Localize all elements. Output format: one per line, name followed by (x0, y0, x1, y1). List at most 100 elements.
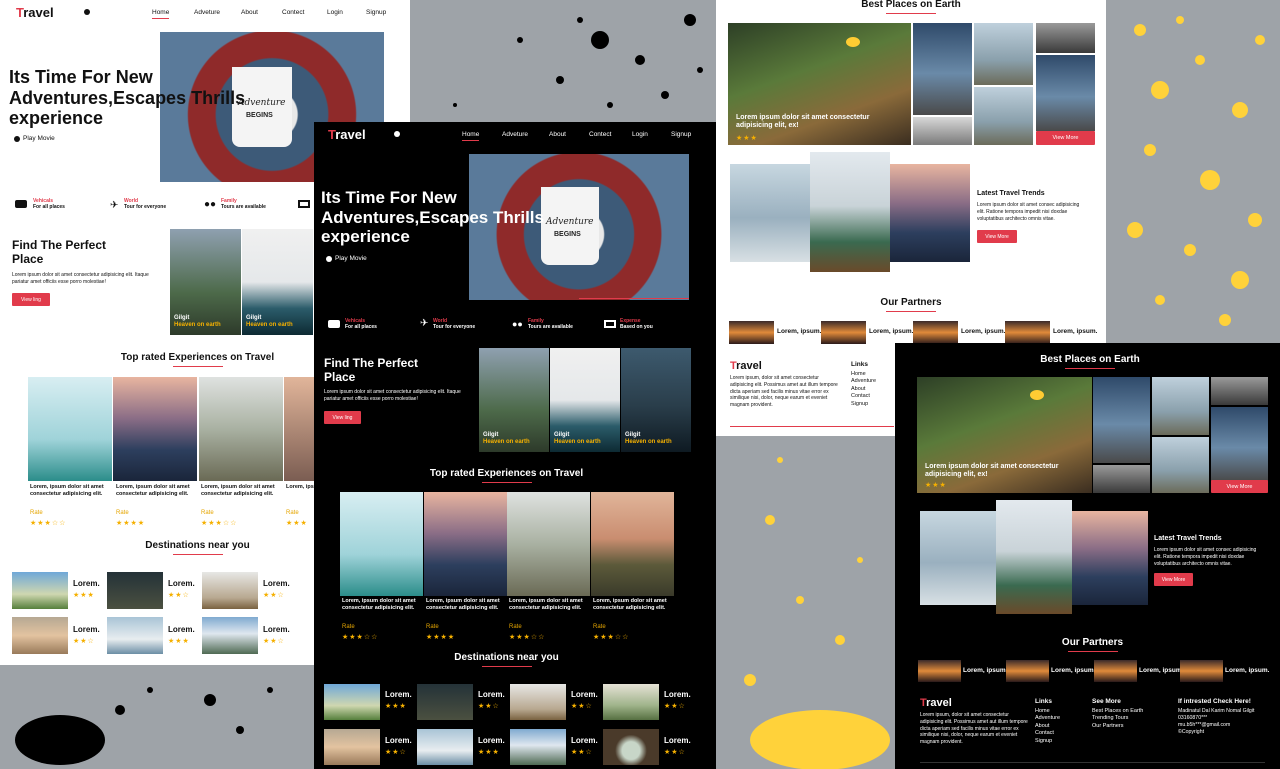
partner-name: Lorem, ipsum. (961, 328, 1006, 335)
destination-image[interactable] (202, 617, 258, 654)
experience-card-image[interactable] (507, 492, 590, 596)
experience-card-image[interactable] (591, 492, 674, 596)
nav-contact[interactable]: Contect (589, 131, 611, 138)
footer-link-about[interactable]: About (1035, 723, 1060, 730)
footer-link-contact[interactable]: Contact (1035, 730, 1060, 737)
destination-image[interactable] (202, 572, 258, 609)
place-card[interactable]: Gilgit Heaven on earth (479, 348, 549, 452)
nav-signup[interactable]: Signup (671, 131, 691, 138)
destination-image[interactable] (324, 684, 380, 720)
dark-places-page: Best Places on Earth Lorem ipsum dolor s… (895, 343, 1280, 769)
footer-link-about[interactable]: About (851, 386, 876, 393)
place-card[interactable]: Gilgit Heaven on earth (550, 348, 620, 452)
theme-toggle-icon[interactable] (84, 9, 90, 15)
trend-image (996, 500, 1072, 614)
nav-home[interactable]: Home (152, 9, 170, 19)
view-link-button[interactable]: View ling (324, 411, 361, 424)
partner-logo[interactable] (821, 321, 866, 344)
footer-link-contact[interactable]: Contact (851, 393, 876, 400)
best-place-main-image[interactable]: Lorem ipsum dolor sit amet consectetur a… (728, 23, 911, 145)
footer-link-partners[interactable]: Our Partners (1092, 723, 1143, 730)
footer-link-home[interactable]: Home (1035, 708, 1060, 715)
best-place-image[interactable] (974, 87, 1033, 145)
nav-contact[interactable]: Contect (282, 9, 304, 16)
nav-login[interactable]: Login (327, 9, 343, 16)
best-place-main-image[interactable]: Lorem ipsum dolor sit amet consectetur a… (917, 377, 1092, 493)
destination-name: Lorem. (263, 625, 290, 634)
nav-home[interactable]: Home (462, 131, 480, 141)
partner-logo[interactable] (913, 321, 958, 344)
destination-image[interactable] (510, 684, 566, 720)
footer-link-adventure[interactable]: Adventure (851, 378, 876, 385)
mug-subtext: BEGINS (246, 112, 273, 119)
experience-card-image[interactable] (424, 492, 507, 596)
best-place-image[interactable] (1211, 407, 1268, 481)
place-card[interactable]: Gilgit Heaven on earth (621, 348, 691, 452)
footer-link-signup[interactable]: Signup (1035, 738, 1060, 745)
theme-toggle-icon[interactable] (394, 131, 400, 137)
footer-logo[interactable]: Travel (730, 360, 762, 372)
destination-image[interactable] (603, 729, 659, 765)
footer-link-trending[interactable]: Trending Tours (1092, 715, 1143, 722)
brand-logo[interactable]: Travel (16, 5, 54, 20)
play-movie-button[interactable]: Play Movie (14, 135, 55, 142)
footer-logo[interactable]: Travel (920, 697, 952, 709)
nav-about[interactable]: About (549, 131, 566, 138)
best-place-image[interactable] (1152, 377, 1209, 435)
destination-image[interactable] (417, 729, 473, 765)
best-place-image[interactable] (1093, 377, 1150, 463)
best-place-image[interactable] (1152, 437, 1209, 493)
nav-adventure[interactable]: Adveture (502, 131, 528, 138)
view-link-button[interactable]: View ling (12, 293, 50, 306)
partner-logo[interactable] (1094, 660, 1137, 682)
destination-image[interactable] (12, 572, 68, 609)
partner-logo[interactable] (1005, 321, 1050, 344)
nav-signup[interactable]: Signup (366, 9, 386, 16)
experience-card-image[interactable] (28, 377, 112, 481)
footer-link-signup[interactable]: Signup (851, 401, 876, 408)
footer-link-adventure[interactable]: Adventure (1035, 715, 1060, 722)
nav-adventure[interactable]: Adveture (194, 9, 220, 16)
play-icon (326, 255, 332, 262)
destination-image[interactable] (12, 617, 68, 654)
footer-see-more-title: See More (1092, 698, 1121, 705)
destination-image[interactable] (603, 684, 659, 720)
partner-logo[interactable] (1180, 660, 1223, 682)
footer-link-home[interactable]: Home (851, 371, 876, 378)
experience-card-image[interactable] (340, 492, 423, 596)
place-card[interactable]: Gilgit Heaven on earth (170, 229, 241, 335)
partner-logo[interactable] (918, 660, 961, 682)
view-more-button[interactable]: View More (1211, 480, 1268, 493)
nav-login[interactable]: Login (632, 131, 648, 138)
trend-image (920, 511, 996, 605)
place-card[interactable]: Gilgit Heaven on earth (242, 229, 313, 335)
best-place-image[interactable] (913, 23, 972, 115)
rating-stars: ★★★★ (426, 634, 456, 641)
destination-image[interactable] (417, 684, 473, 720)
footer-address: Madinatul Dal Karim Nomal Gilgit (1178, 708, 1255, 714)
partner-logo[interactable] (729, 321, 774, 344)
partner-logo[interactable] (1006, 660, 1049, 682)
trends-view-more-button[interactable]: View More (977, 230, 1017, 243)
best-place-image[interactable] (1211, 377, 1268, 405)
play-movie-button[interactable]: Play Movie (326, 255, 367, 262)
footer-link-best-places[interactable]: Best Places on Earth (1092, 708, 1143, 715)
best-place-image[interactable] (1036, 23, 1095, 53)
mug-text: Adventure (238, 98, 286, 108)
brand-logo[interactable]: Travel (328, 127, 366, 142)
experience-card-image[interactable] (199, 377, 283, 481)
footer-email[interactable]: mu.b5h***@gmail.com (1178, 722, 1278, 729)
best-place-image[interactable] (974, 23, 1033, 85)
trends-view-more-button[interactable]: View More (1154, 573, 1193, 586)
destination-image[interactable] (324, 729, 380, 765)
view-more-button[interactable]: View More (1036, 131, 1095, 145)
best-place-image[interactable] (1036, 55, 1095, 131)
experience-card-image[interactable] (113, 377, 197, 481)
destination-image[interactable] (510, 729, 566, 765)
experience-card-image[interactable] (284, 377, 314, 481)
destination-image[interactable] (107, 572, 163, 609)
best-place-image[interactable] (913, 117, 972, 145)
best-place-image[interactable] (1093, 465, 1150, 493)
destination-image[interactable] (107, 617, 163, 654)
nav-about[interactable]: About (241, 9, 258, 16)
